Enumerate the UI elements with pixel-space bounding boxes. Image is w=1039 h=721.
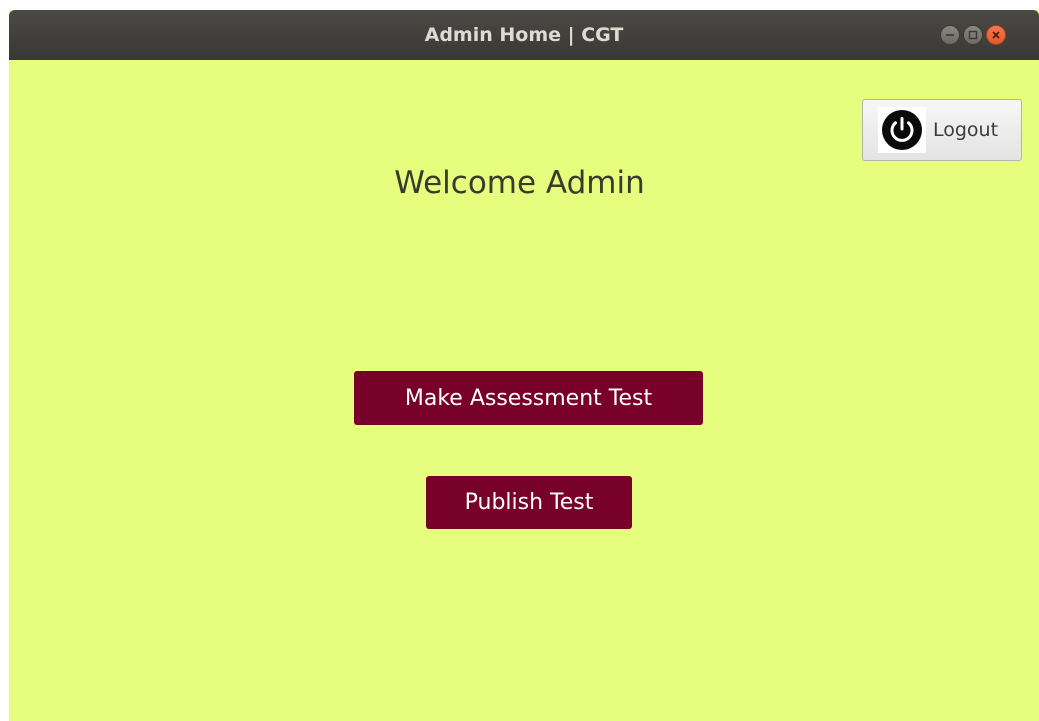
app-window: Admin Home | CGT Logout Welcome Admin Ma…	[9, 10, 1039, 721]
logout-icon-box	[878, 107, 926, 153]
window-title: Admin Home | CGT	[424, 24, 624, 46]
logout-button[interactable]: Logout	[862, 99, 1022, 161]
close-icon	[992, 31, 1000, 39]
make-assessment-test-button[interactable]: Make Assessment Test	[354, 371, 703, 425]
title-bar[interactable]: Admin Home | CGT	[9, 10, 1039, 60]
welcome-heading: Welcome Admin	[394, 165, 645, 201]
power-icon	[882, 110, 922, 150]
publish-test-button[interactable]: Publish Test	[426, 476, 632, 529]
close-button[interactable]	[986, 25, 1006, 45]
maximize-button[interactable]	[963, 25, 983, 45]
minimize-icon	[946, 34, 954, 36]
logout-label: Logout	[933, 119, 999, 141]
minimize-button[interactable]	[940, 25, 960, 45]
maximize-icon	[968, 30, 978, 40]
